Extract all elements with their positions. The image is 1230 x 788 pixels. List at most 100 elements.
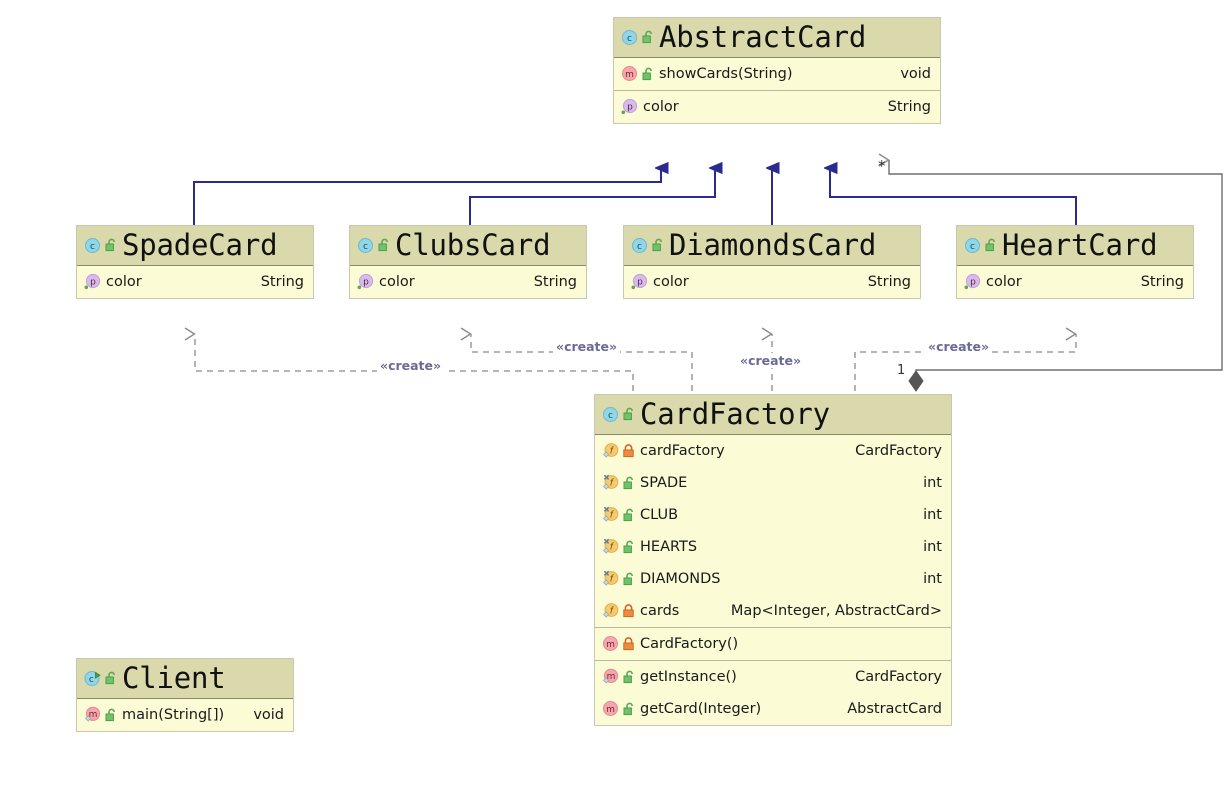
unlock-icon [377, 238, 390, 252]
member-row[interactable]: f DIAMONDS int [595, 563, 951, 595]
svg-text:c: c [970, 242, 975, 252]
class-methods-client: m main(String[]) void [77, 699, 293, 731]
method-icon: m [602, 700, 619, 717]
runnable-class-icon: c [84, 670, 101, 687]
class-box-abstract-card[interactable]: c AbstractCard m showCards(String) void … [613, 17, 941, 125]
unlock-icon [622, 407, 635, 421]
multiplicity-one-label: 1 [897, 363, 906, 378]
member-row[interactable]: m getInstance() CardFactory [595, 661, 951, 693]
member-type: int [923, 506, 942, 523]
class-fields-card-factory: f cardFactory CardFactory f SPADE int f … [595, 435, 951, 627]
member-row[interactable]: m main(String[]) void [77, 699, 293, 731]
svg-text:m: m [606, 705, 615, 715]
svg-text:c: c [637, 242, 642, 252]
svg-text:c: c [89, 675, 94, 685]
class-box-spade-card[interactable]: c SpadeCard p color String [76, 225, 314, 300]
member-name: cardFactory [640, 442, 725, 459]
member-row[interactable]: m showCards(String) void [614, 58, 940, 90]
class-header-abstract-card: c AbstractCard [614, 18, 940, 59]
svg-text:p: p [363, 278, 369, 288]
member-row[interactable]: p color String [614, 91, 940, 123]
member-name: DIAMONDS [640, 570, 721, 587]
uml-diagram-canvas: «create» «create» «create» «create» 1 * … [0, 0, 1230, 788]
class-box-card-factory[interactable]: c CardFactory f cardFactory CardFactory … [594, 394, 952, 727]
static-field-icon: f [602, 570, 619, 587]
class-icon: c [84, 237, 101, 254]
class-name-clubs-card: ClubsCard [395, 228, 551, 262]
svg-text:c: c [363, 242, 368, 252]
unlock-icon [622, 572, 635, 586]
class-box-client[interactable]: c Client m main(String[]) void [76, 658, 294, 733]
member-type: CardFactory [855, 668, 942, 685]
member-type: String [260, 273, 304, 290]
class-properties-abstract-card: p color String [614, 90, 940, 123]
field-icon: f [602, 602, 619, 619]
member-name: color [653, 273, 689, 290]
property-icon: p [631, 273, 648, 290]
member-type: int [923, 570, 942, 587]
member-name: color [643, 98, 679, 115]
member-row[interactable]: f HEARTS int [595, 531, 951, 563]
svg-text:m: m [606, 640, 615, 650]
member-row[interactable]: f cardFactory CardFactory [595, 435, 951, 467]
generalization-heartcard [830, 168, 1077, 228]
member-row[interactable]: p color String [77, 266, 313, 298]
svg-text:p: p [90, 278, 96, 288]
svg-text:c: c [90, 242, 95, 252]
class-icon: c [621, 29, 638, 46]
member-row[interactable]: p color String [624, 266, 920, 298]
member-row[interactable]: p color String [350, 266, 586, 298]
member-row[interactable]: f CLUB int [595, 499, 951, 531]
member-type: String [1140, 273, 1184, 290]
class-name-heart-card: HeartCard [1002, 228, 1158, 262]
static-method-icon: m [602, 668, 619, 685]
unlock-icon [104, 671, 117, 685]
member-type: String [867, 273, 911, 290]
member-row[interactable]: f cards Map<Integer, AbstractCard> [595, 595, 951, 627]
member-row[interactable]: f SPADE int [595, 467, 951, 499]
member-name: CardFactory() [640, 635, 739, 652]
create-label-spadecard: «create» [377, 358, 445, 373]
class-box-diamonds-card[interactable]: c DiamondsCard p color String [623, 225, 921, 300]
property-icon: p [84, 273, 101, 290]
member-row[interactable]: m CardFactory() [595, 628, 951, 660]
unlock-icon [984, 238, 997, 252]
svg-text:p: p [970, 278, 976, 288]
unlock-icon [622, 670, 635, 684]
svg-text:p: p [637, 278, 643, 288]
member-name: color [379, 273, 415, 290]
class-methods-card-factory: m getInstance() CardFactory m getCard(In… [595, 660, 951, 725]
class-header-diamonds-card: c DiamondsCard [624, 226, 920, 267]
generalization-clubscard [469, 168, 715, 228]
member-type: CardFactory [855, 442, 942, 459]
member-row[interactable]: p color String [957, 266, 1193, 298]
member-name: HEARTS [640, 538, 698, 555]
method-icon: m [621, 65, 638, 82]
member-type: String [887, 98, 931, 115]
member-type: AbstractCard [847, 700, 942, 717]
class-box-clubs-card[interactable]: c ClubsCard p color String [349, 225, 587, 300]
member-name: SPADE [640, 474, 688, 491]
unlock-icon [622, 702, 635, 716]
create-label-clubscard: «create» [553, 339, 621, 354]
unlock-icon [641, 67, 654, 81]
unlock-icon [651, 238, 664, 252]
class-box-heart-card[interactable]: c HeartCard p color String [956, 225, 1194, 300]
lock-icon [622, 637, 635, 651]
unlock-icon [622, 508, 635, 522]
property-icon: p [357, 273, 374, 290]
member-name: main(String[]) [122, 706, 225, 723]
class-properties-clubs-card: p color String [350, 266, 586, 298]
class-header-card-factory: c CardFactory [595, 395, 951, 436]
member-name: cards [640, 602, 680, 619]
member-name: color [106, 273, 142, 290]
member-row[interactable]: m getCard(Integer) AbstractCard [595, 693, 951, 725]
member-type: String [533, 273, 577, 290]
member-type: Map<Integer, AbstractCard> [730, 602, 942, 619]
class-header-spade-card: c SpadeCard [77, 226, 313, 267]
create-label-diamondscard: «create» [737, 353, 805, 368]
member-name: color [986, 273, 1022, 290]
static-field-icon: f [602, 474, 619, 491]
class-methods-abstract-card: m showCards(String) void [614, 58, 940, 90]
svg-text:m: m [625, 70, 634, 80]
